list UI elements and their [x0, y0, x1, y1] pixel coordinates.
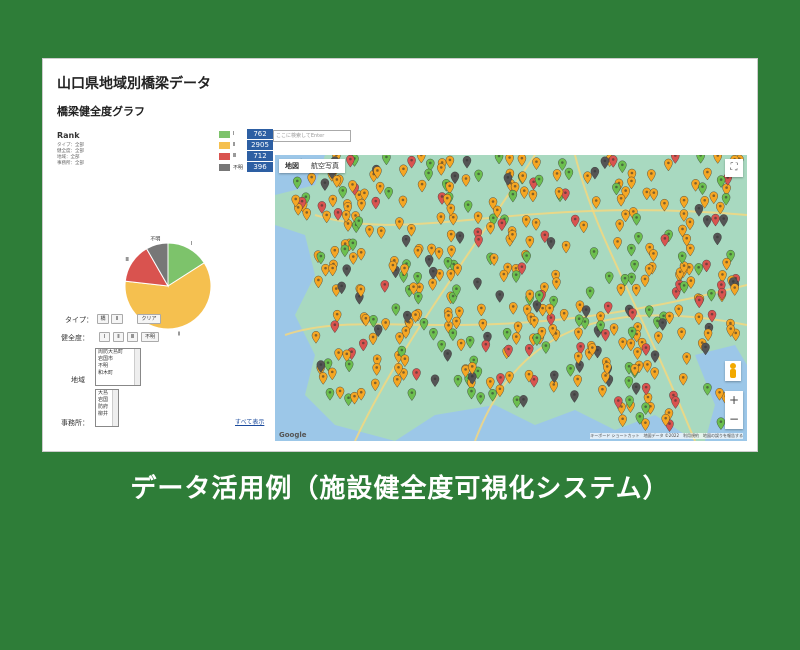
health-chip-2[interactable]: Ⅱ	[113, 332, 124, 342]
type-filter-label: タイプ：	[65, 316, 93, 324]
health-chip-3[interactable]: Ⅲ	[127, 332, 138, 342]
rank-info-line: 事務所：全部	[57, 161, 84, 166]
filter-panel: タイプ： 橋 Ⅱ クリア 健全度： Ⅰ Ⅱ Ⅲ 不明 周防大島町 岩国市 不明 …	[43, 311, 275, 451]
map-canvas[interactable]	[275, 155, 747, 441]
health-chip-1[interactable]: Ⅰ	[99, 332, 110, 342]
legend-swatch	[219, 152, 230, 160]
pegman-icon[interactable]	[725, 361, 741, 381]
map-view[interactable]: 地図 航空写真 ⛶ + − Google キーボード ショートカット 地図データ…	[275, 155, 747, 441]
legend-row[interactable]: Ⅰ 762	[219, 129, 273, 139]
legend-label: 不明	[233, 164, 244, 171]
zoom-in-button[interactable]: +	[725, 391, 743, 410]
legend-label: Ⅱ	[233, 142, 236, 148]
legend-label: Ⅲ	[233, 153, 237, 159]
page-title: 山口県地域別橋梁データ	[57, 76, 211, 92]
legend-swatch	[219, 141, 230, 149]
search-input[interactable]: ここに検索してEnter	[273, 130, 351, 142]
region-filter-label: 地域	[71, 376, 85, 384]
clear-button[interactable]: クリア	[137, 314, 161, 324]
caption: データ活用例（施設健全度可視化システム）	[130, 474, 670, 504]
rank-title: Rank	[57, 131, 80, 140]
type-chip-bridge[interactable]: 橋	[97, 314, 109, 324]
tab-aerial[interactable]: 航空写真	[305, 159, 345, 173]
map-type-toggle: 地図 航空写真	[279, 159, 345, 173]
zoom-out-button[interactable]: −	[725, 410, 743, 429]
legend-row[interactable]: Ⅲ 712	[219, 151, 273, 161]
scrollbar[interactable]	[112, 390, 118, 426]
pie-slice-label: 不明	[150, 237, 160, 243]
zoom-control: + −	[725, 391, 743, 429]
google-logo: Google	[279, 431, 307, 439]
pie-slice-label: Ⅰ	[191, 241, 192, 247]
legend-count: 712	[247, 151, 273, 161]
office-filter-label: 事務所：	[61, 419, 89, 427]
legend-label: Ⅰ	[233, 131, 235, 137]
scrollbar[interactable]	[134, 349, 140, 385]
region-select[interactable]: 周防大島町 岩国市 不明 和木町	[95, 348, 141, 386]
pie-slice-label: Ⅲ	[125, 257, 128, 263]
tab-map[interactable]: 地図	[279, 159, 305, 173]
legend-swatch	[219, 163, 230, 171]
legend-count: 2905	[247, 140, 273, 150]
map-attribution[interactable]: キーボード ショートカット 地図データ ©2022 利用規約 地図の誤りを報告す…	[590, 433, 743, 439]
show-all-link[interactable]: すべて表示	[235, 417, 264, 426]
type-chip-2[interactable]: Ⅱ	[111, 314, 123, 324]
health-chip-unknown[interactable]: 不明	[141, 332, 159, 342]
legend-row[interactable]: Ⅱ 2905	[219, 140, 273, 150]
rank-info: タイプ：全部 健全度：全部 地域：全部 事務所：全部	[57, 143, 84, 167]
section-title: 橋梁健全度グラフ	[57, 105, 145, 118]
legend-count: 396	[247, 162, 273, 172]
legend-row[interactable]: 不明 396	[219, 162, 273, 172]
health-filter-label: 健全度：	[61, 334, 89, 342]
legend: Ⅰ 762 Ⅱ 2905 Ⅲ 712 不明 396	[219, 129, 273, 173]
office-select[interactable]: 大島 岩国 防府 柳井	[95, 389, 119, 427]
legend-count: 762	[247, 129, 273, 139]
app-window: 山口県地域別橋梁データ 橋梁健全度グラフ Rank タイプ：全部 健全度：全部 …	[42, 58, 758, 452]
fullscreen-icon[interactable]: ⛶	[725, 159, 743, 177]
legend-swatch	[219, 130, 230, 138]
